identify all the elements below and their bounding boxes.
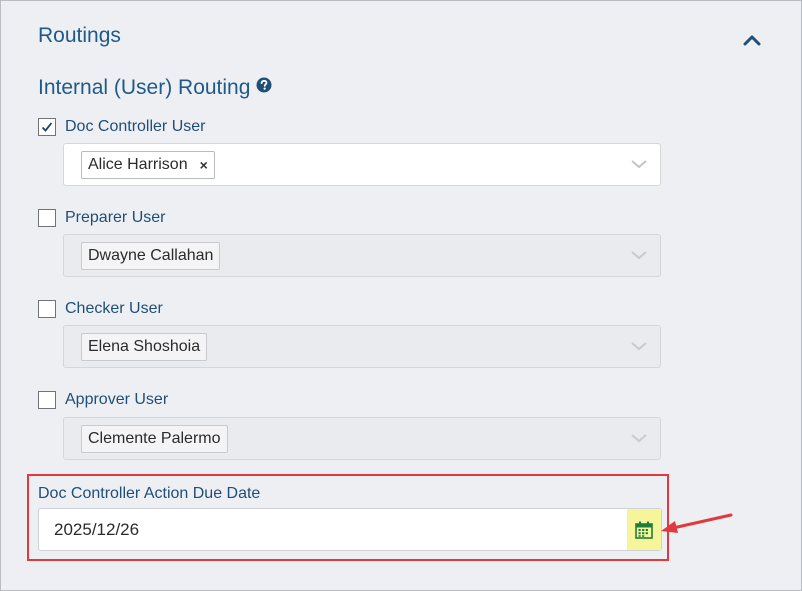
- approver-select[interactable]: Clemente Palermo: [63, 417, 661, 460]
- due-date-label: Doc Controller Action Due Date: [38, 485, 261, 502]
- doc-controller-select[interactable]: Alice Harrison ×: [63, 143, 661, 186]
- collapse-button[interactable]: [739, 29, 765, 51]
- chevron-down-icon[interactable]: [630, 157, 648, 171]
- selected-user-chip: Elena Shoshoia: [81, 333, 208, 361]
- chip-remove-button[interactable]: ×: [200, 157, 208, 173]
- selected-user-chip: Alice Harrison ×: [81, 151, 215, 179]
- preparer-row: Preparer User: [38, 207, 165, 229]
- chip-label: Dwayne Callahan: [88, 247, 214, 264]
- internal-routing-title: Internal (User) Routing: [38, 76, 272, 100]
- preparer-select[interactable]: Dwayne Callahan: [63, 234, 661, 277]
- chevron-down-icon[interactable]: [630, 248, 648, 262]
- due-date-input[interactable]: 2025/12/26: [38, 508, 662, 551]
- due-date-value: 2025/12/26: [54, 520, 140, 539]
- checker-select[interactable]: Elena Shoshoia: [63, 325, 661, 368]
- doc-controller-label: Doc Controller User: [65, 118, 206, 135]
- approver-label: Approver User: [65, 391, 169, 408]
- checker-label: Checker User: [65, 300, 163, 317]
- selected-user-chip: Dwayne Callahan: [81, 242, 221, 270]
- preparer-checkbox[interactable]: [38, 209, 56, 227]
- routings-title: Routings: [38, 24, 121, 47]
- calendar-button[interactable]: [627, 509, 661, 550]
- routings-panel: Routings Internal (User) Routing Doc Con…: [0, 0, 802, 591]
- calendar-icon: [635, 521, 653, 539]
- approver-row: Approver User: [38, 389, 168, 411]
- chip-label: Alice Harrison: [88, 156, 188, 173]
- chevron-up-icon: [743, 35, 761, 46]
- chevron-down-icon[interactable]: [630, 339, 648, 353]
- checkmark-icon: [41, 122, 53, 132]
- doc-controller-row: Doc Controller User: [38, 116, 205, 138]
- checker-checkbox[interactable]: [38, 300, 56, 318]
- question-circle-icon[interactable]: [256, 75, 272, 99]
- doc-controller-checkbox[interactable]: [38, 118, 56, 136]
- chip-label: Clemente Palermo: [88, 430, 221, 447]
- selected-user-chip: Clemente Palermo: [81, 425, 228, 453]
- preparer-label: Preparer User: [65, 209, 166, 226]
- annotation-arrow-icon: [661, 513, 733, 533]
- chip-label: Elena Shoshoia: [88, 338, 201, 355]
- chevron-down-icon[interactable]: [630, 431, 648, 445]
- checker-row: Checker User: [38, 298, 163, 320]
- approver-checkbox[interactable]: [38, 391, 56, 409]
- internal-routing-label: Internal (User) Routing: [38, 76, 251, 99]
